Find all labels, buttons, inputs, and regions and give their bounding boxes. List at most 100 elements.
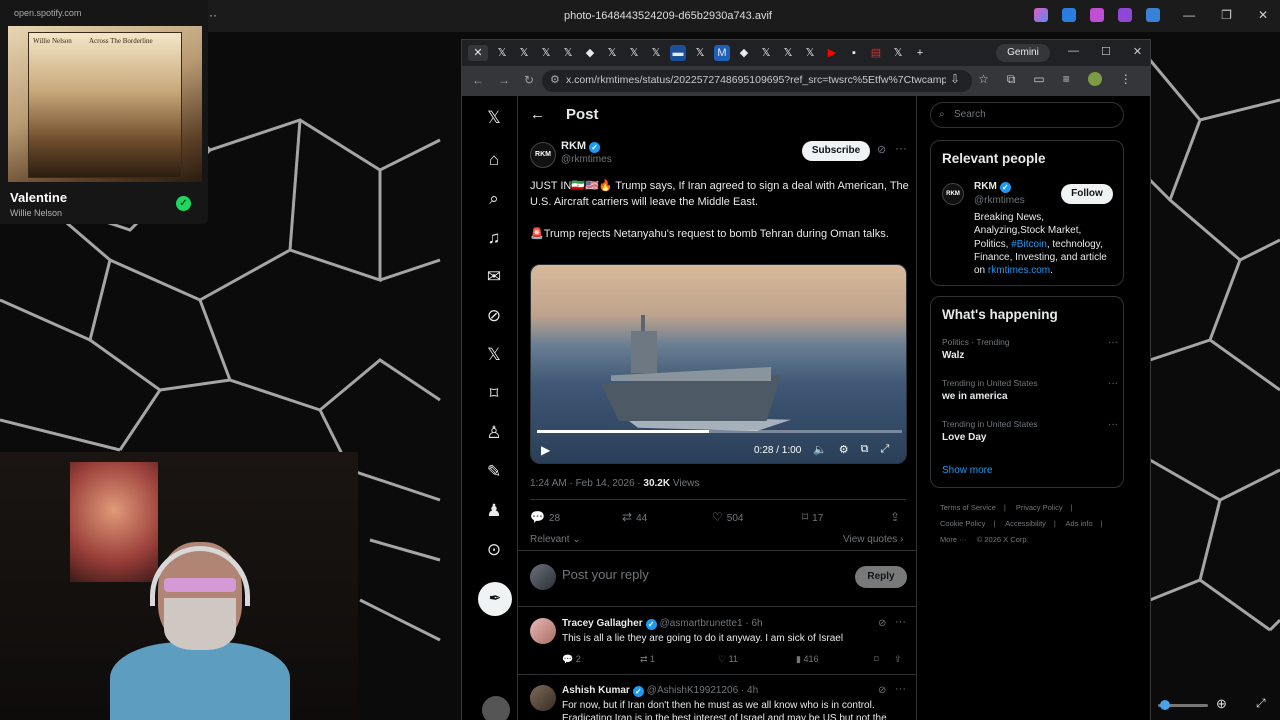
close-button[interactable]: ✕ <box>1258 8 1268 22</box>
new-tab-icon[interactable]: + <box>912 45 928 61</box>
share-action[interactable]: ⇪ <box>890 510 904 524</box>
tab-diamond-icon[interactable]: ◆ <box>582 45 598 61</box>
post-more-icon[interactable]: ··· <box>895 141 907 155</box>
browser-minimize-button[interactable]: — <box>1068 45 1079 58</box>
install-icon[interactable]: ⇩ <box>950 72 960 87</box>
profile-avatar[interactable] <box>1087 72 1102 86</box>
post-timestamp[interactable]: 1:24 AM · Feb 14, 2026 · <box>530 478 643 489</box>
trend-name[interactable]: Love Day <box>942 432 986 443</box>
trend-more-icon[interactable]: ··· <box>1108 337 1118 348</box>
more-circle-icon[interactable]: ⊙ <box>478 534 510 566</box>
reply-handle[interactable]: @asmartbrunette1 · 6h <box>660 618 763 629</box>
reply-sort-dropdown[interactable]: Relevant ⌄ <box>530 534 581 545</box>
reply-author[interactable]: Tracey Gallagher ✓ @asmartbrunette1 · 6h <box>562 618 763 630</box>
grok-explain-icon[interactable]: ⊘ <box>878 618 886 629</box>
ads-info-link[interactable]: Ads info <box>1066 519 1093 528</box>
reply-input[interactable]: Post your reply <box>562 567 649 582</box>
tab-x-icon[interactable]: 𝕏 <box>692 45 708 61</box>
reply-more-icon[interactable]: ··· <box>895 683 906 695</box>
reply-author[interactable]: Ashish Kumar ✓ @AshishK19921206 · 4h <box>562 685 758 697</box>
browser-close-button[interactable]: ✕ <box>1133 45 1142 58</box>
tab-x-icon[interactable]: 𝕏 <box>648 45 664 61</box>
tab-x-icon[interactable]: 𝕏 <box>890 45 906 61</box>
bookmark-star-icon[interactable]: ☆ <box>978 72 989 87</box>
reply-repost-action[interactable]: ⇄ 1 <box>640 654 655 665</box>
trend-more-icon[interactable]: ··· <box>1108 378 1118 389</box>
reply-bookmark-icon[interactable]: ⌑ <box>874 654 879 665</box>
song-title[interactable]: Valentine <box>10 190 67 205</box>
reply-more-icon[interactable]: ··· <box>895 616 906 628</box>
cookie-link[interactable]: Cookie Policy <box>940 519 985 528</box>
bookmark-action[interactable]: ⌑ 17 <box>802 510 823 524</box>
reply-avatar[interactable] <box>530 685 556 711</box>
browser-menu-icon[interactable]: ⋮ <box>1120 72 1132 87</box>
saved-check-icon[interactable]: ✓ <box>176 196 191 211</box>
follow-button[interactable]: Follow <box>1061 184 1113 204</box>
tab-m-icon[interactable]: M <box>714 45 730 61</box>
like-action[interactable]: ♡ 504 <box>712 510 743 524</box>
video-progress-bar[interactable] <box>537 430 902 433</box>
bookmarks-icon[interactable]: ⌑ <box>478 378 510 410</box>
zoom-in-icon[interactable]: ⊕ <box>1216 696 1227 712</box>
tab-x-icon[interactable]: 𝕏 <box>538 45 554 61</box>
grok-explain-icon[interactable]: ⊘ <box>878 685 886 696</box>
zoom-slider-knob[interactable] <box>1160 700 1170 710</box>
bitcoin-hashtag-link[interactable]: #Bitcoin <box>1011 239 1047 250</box>
gemini-button[interactable]: Gemini <box>996 44 1050 62</box>
relevant-person-name[interactable]: RKM ✓ <box>974 181 1011 193</box>
tab-x-icon[interactable]: 𝕏 <box>560 45 576 61</box>
fullscreen-icon[interactable]: ⤢ <box>1256 696 1266 711</box>
relevant-person-avatar[interactable]: RKM <box>942 183 964 205</box>
onedrive-icon[interactable] <box>1146 8 1160 22</box>
reply-button[interactable]: Reply <box>855 566 907 588</box>
reply-avatar[interactable] <box>530 618 556 644</box>
tab-youtube-icon[interactable]: ▶ <box>824 45 840 61</box>
browser-maximize-button[interactable]: ☐ <box>1101 45 1111 58</box>
designer-icon[interactable] <box>1090 8 1104 22</box>
search-input[interactable]: ⌕ Search <box>930 102 1124 128</box>
tab-flag-icon[interactable]: ▤ <box>868 45 884 61</box>
trend-name[interactable]: Walz <box>942 350 964 361</box>
forward-icon[interactable]: → <box>498 73 510 87</box>
reply-like-action[interactable]: ♡ 11 <box>718 654 738 665</box>
reply-author-name[interactable]: Ashish Kumar <box>562 685 630 696</box>
extensions-icon[interactable]: ⧉ <box>1007 72 1016 87</box>
view-quotes-link[interactable]: View quotes › <box>843 534 903 545</box>
accessibility-link[interactable]: Accessibility <box>1005 519 1046 528</box>
reply-share-icon[interactable]: ⇪ <box>894 654 902 665</box>
tab-x-icon[interactable]: 𝕏 <box>626 45 642 61</box>
articles-icon[interactable]: ✎ <box>478 456 510 488</box>
tab-x-icon[interactable]: 𝕏 <box>494 45 510 61</box>
tab-active-close-icon[interactable]: ✕ <box>468 45 488 61</box>
site-info-icon[interactable]: ⚙ <box>550 73 560 86</box>
edit-icon[interactable] <box>1062 8 1076 22</box>
trend-item[interactable]: Trending in United States Love Day ··· <box>942 419 1118 455</box>
video-player[interactable]: ▶ 0:28 / 1:00 🔈 ⚙ ⧉ ⤢ <box>530 264 907 464</box>
reply-item[interactable]: Ashish Kumar ✓ @AshishK19921206 · 4h ⊘ ···… <box>518 674 916 720</box>
x-logo-icon[interactable]: 𝕏 <box>478 102 510 134</box>
privacy-link[interactable]: Privacy Policy <box>1016 503 1063 512</box>
tab-x-icon[interactable]: 𝕏 <box>758 45 774 61</box>
back-icon[interactable]: ← <box>472 73 484 87</box>
trend-name[interactable]: we in america <box>942 391 1008 402</box>
relevant-person-name-text[interactable]: RKM <box>974 181 997 192</box>
maximize-button[interactable]: ❐ <box>1221 8 1232 22</box>
settings-gear-icon[interactable]: ⚙ <box>839 443 849 456</box>
messages-envelope-icon[interactable]: ✉ <box>478 261 510 293</box>
reply-views[interactable]: ▮ 416 <box>796 654 818 665</box>
reply-handle[interactable]: @AshishK19921206 · 4h <box>647 685 758 696</box>
copilot-icon[interactable] <box>1034 8 1048 22</box>
reply-item[interactable]: Tracey Gallagher ✓ @asmartbrunette1 · 6h ⊘… <box>518 608 916 672</box>
reply-action[interactable]: 💬 28 <box>530 510 560 524</box>
home-icon[interactable]: ⌂ <box>478 144 510 176</box>
grok-explain-icon[interactable]: ⊘ <box>877 143 886 156</box>
trend-item[interactable]: Politics · Trending Walz ··· <box>942 337 1118 373</box>
tab-diamond-icon[interactable]: ◆ <box>736 45 752 61</box>
jobs-icon[interactable]: ♙ <box>478 417 510 449</box>
footer-more-link[interactable]: More ··· <box>940 535 967 544</box>
song-artist[interactable]: Willie Nelson <box>10 208 62 218</box>
minimize-button[interactable]: — <box>1183 8 1195 22</box>
subscribe-button[interactable]: Subscribe <box>802 141 870 161</box>
premium-x-icon[interactable]: 𝕏 <box>478 339 510 371</box>
fullscreen-expand-icon[interactable]: ⤢ <box>880 443 889 456</box>
